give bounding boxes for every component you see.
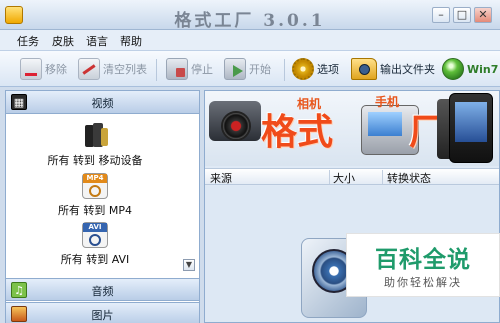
convert-to-avi-item[interactable]: AVI 所有 转到 AVI bbox=[6, 222, 184, 267]
menu-language[interactable]: 语言 bbox=[86, 33, 108, 49]
task-list-header: 来源 大小 转换状态 bbox=[205, 168, 499, 185]
maximize-button[interactable]: □ bbox=[453, 7, 471, 23]
start-icon bbox=[224, 58, 246, 80]
win7-globe-icon bbox=[442, 58, 464, 80]
output-folder-label: 输出文件夹 bbox=[380, 63, 435, 76]
folder-icon bbox=[351, 58, 377, 80]
stop-icon bbox=[166, 58, 188, 80]
menu-bar: 任务 皮肤 语言 帮助 bbox=[0, 30, 500, 51]
column-source[interactable]: 来源 bbox=[210, 170, 232, 186]
column-divider[interactable] bbox=[329, 170, 330, 184]
column-size[interactable]: 大小 bbox=[333, 170, 355, 186]
close-button[interactable]: ✕ bbox=[474, 7, 492, 23]
category-video-header[interactable]: ▦ 视频 bbox=[6, 91, 199, 114]
convert-to-mp4-item[interactable]: MP4 所有 转到 MP4 bbox=[6, 173, 184, 218]
pda-phone-icon bbox=[449, 93, 493, 163]
category-audio-label: 音频 bbox=[91, 285, 114, 298]
watermark-title: 百科全说 bbox=[375, 247, 471, 273]
scroll-down-arrow-icon[interactable]: ▼ bbox=[183, 259, 195, 271]
title-bar: 格式工厂 3.0.1 – □ ✕ bbox=[0, 0, 500, 31]
category-image-header[interactable]: 图片 bbox=[6, 302, 199, 323]
remove-label: 移除 bbox=[45, 63, 67, 76]
start-button[interactable]: 开始 bbox=[224, 57, 271, 81]
win7-button[interactable]: Win7 bbox=[442, 57, 498, 81]
camcorder-lens-icon bbox=[221, 111, 251, 141]
remove-icon bbox=[20, 58, 42, 80]
clear-list-label: 清空列表 bbox=[103, 63, 147, 76]
menu-skin[interactable]: 皮肤 bbox=[52, 33, 74, 49]
window-title: 格式工厂 3.0.1 bbox=[174, 11, 326, 31]
category-image-label: 图片 bbox=[91, 309, 114, 322]
avi-icon: AVI bbox=[82, 222, 108, 248]
menu-tasks[interactable]: 任务 bbox=[17, 33, 39, 49]
toolbar: 移除 清空列表 停止 开始 选项 输出文件夹 Win7 bbox=[0, 51, 500, 87]
mp4-icon: MP4 bbox=[82, 173, 108, 199]
category-audio-header[interactable]: ♫ 音频 bbox=[6, 278, 199, 301]
win7-label: Win7 bbox=[467, 62, 499, 76]
remove-button[interactable]: 移除 bbox=[20, 57, 67, 81]
output-folder-button[interactable]: 输出文件夹 bbox=[351, 57, 435, 81]
banner-title-part1: 格式 bbox=[261, 112, 334, 153]
options-button[interactable]: 选项 bbox=[292, 57, 339, 81]
convert-to-mobile-label: 所有 转到 移动设备 bbox=[47, 154, 143, 167]
promo-banner: 相机 格式 手机 厂 bbox=[205, 91, 499, 166]
convert-to-avi-label: 所有 转到 AVI bbox=[60, 253, 130, 266]
column-status[interactable]: 转换状态 bbox=[387, 170, 431, 186]
category-video-label: 视频 bbox=[91, 97, 114, 110]
convert-to-mp4-label: 所有 转到 MP4 bbox=[57, 204, 133, 217]
stop-label: 停止 bbox=[191, 63, 213, 76]
column-divider[interactable] bbox=[382, 170, 383, 184]
stop-button[interactable]: 停止 bbox=[166, 57, 213, 81]
banner-phone-tag: 手机 bbox=[375, 95, 400, 109]
mp4-badge: MP4 bbox=[83, 174, 107, 183]
watermark-overlay: 百科全说 助你轻松解决 bbox=[346, 233, 500, 297]
mobile-devices-icon bbox=[82, 123, 108, 149]
minimize-button[interactable]: – bbox=[432, 7, 450, 23]
category-sidebar: ▦ 视频 所有 转到 移动设备 MP4 所有 转到 MP4 AVI 所有 转到 … bbox=[5, 90, 200, 323]
avi-badge: AVI bbox=[83, 223, 107, 232]
toolbar-separator bbox=[156, 59, 157, 81]
toolbar-separator bbox=[284, 59, 285, 81]
clear-list-button[interactable]: 清空列表 bbox=[78, 57, 147, 81]
watermark-subtitle: 助你轻松解决 bbox=[384, 276, 462, 289]
convert-to-mobile-item[interactable]: 所有 转到 移动设备 bbox=[6, 123, 184, 168]
menu-help[interactable]: 帮助 bbox=[120, 33, 142, 49]
start-label: 开始 bbox=[249, 63, 271, 76]
options-label: 选项 bbox=[317, 63, 339, 76]
clear-list-icon bbox=[78, 58, 100, 80]
gear-icon bbox=[292, 58, 314, 80]
